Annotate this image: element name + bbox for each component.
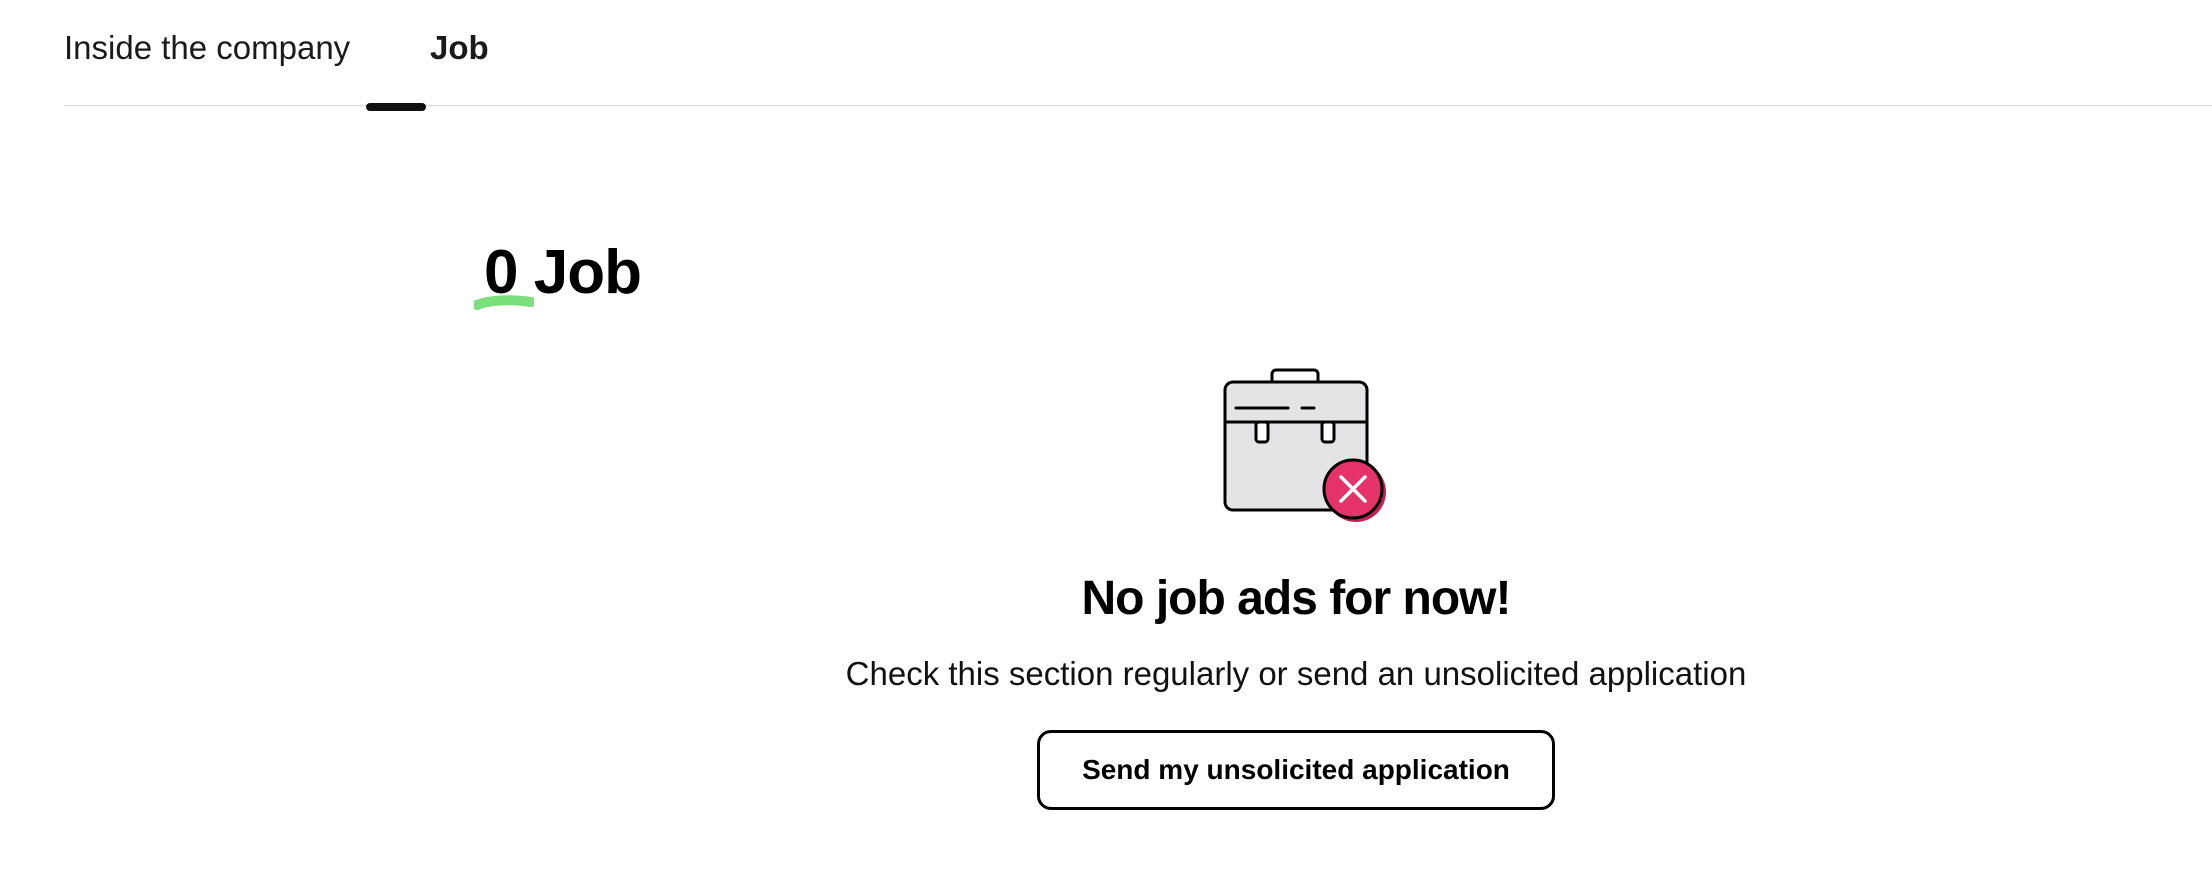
active-tab-indicator [366,103,426,111]
job-count-heading: 0 Job [474,228,642,318]
tab-inside-the-company[interactable]: Inside the company [64,24,350,72]
job-count: 0 [474,228,534,318]
company-jobs-page: Inside the company Job 0 Job No job ads … [0,0,2212,872]
empty-state-title: No job ads for now! [1081,572,1512,625]
send-unsolicited-application-button[interactable]: Send my unsolicited application [1037,730,1555,810]
empty-state-text: Check this section regularly or send an … [845,655,1747,692]
section-tabs: Inside the company Job [64,0,2212,106]
tab-job[interactable]: Job [430,24,489,72]
job-count-label: Job [533,238,642,307]
briefcase-with-cross-icon [1223,368,1386,522]
job-count-value: 0 [484,238,518,307]
